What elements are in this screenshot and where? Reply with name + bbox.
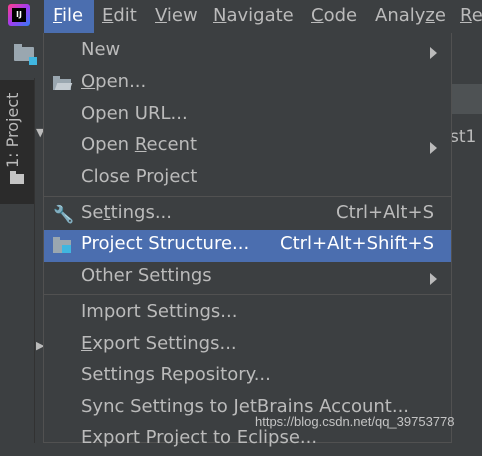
menu-item-close-project[interactable]: Close Project bbox=[44, 163, 451, 195]
menu-item-open-recent-mnemonic: R bbox=[134, 134, 147, 155]
menu-separator bbox=[44, 294, 451, 295]
menu-item-open-recent-label: Open Recent bbox=[81, 134, 197, 155]
menu-item-open-mnemonic: O bbox=[81, 71, 96, 92]
menu-code-mnemonic: C bbox=[311, 5, 324, 26]
menu-item-open-recent[interactable]: Open Recent bbox=[44, 131, 451, 163]
menu-refactor[interactable]: Re bbox=[460, 0, 482, 33]
folder-icon bbox=[10, 171, 24, 184]
menu-navigate[interactable]: Navigate bbox=[213, 0, 294, 33]
menu-item-close-project-label: Close Project bbox=[81, 166, 198, 187]
menu-refactor-mnemonic: R bbox=[460, 5, 472, 26]
menu-item-open-url-label: Open URL... bbox=[81, 103, 188, 124]
menu-item-settings-label: Settings... bbox=[81, 202, 172, 223]
logo-text: IJ bbox=[12, 8, 26, 22]
editor-tab-fragment[interactable]: st1 bbox=[450, 127, 476, 147]
menu-item-export-eclipse-label: Export Project to Eclipse... bbox=[81, 427, 318, 448]
menu-item-open-recent-label-pre: Open bbox=[81, 134, 135, 155]
menu-item-export-settings[interactable]: Export Settings... bbox=[44, 330, 451, 362]
menu-item-export-settings-label: Export Settings... bbox=[81, 333, 237, 354]
submenu-arrow-icon bbox=[430, 142, 437, 154]
project-tool-tab-label: 1: Project bbox=[3, 92, 22, 168]
menu-analyze-label-rest: e bbox=[434, 5, 446, 26]
menu-item-export-settings-label-rest: xport Settings... bbox=[92, 333, 237, 354]
submenu-arrow-icon bbox=[430, 273, 437, 285]
menu-code[interactable]: Code bbox=[311, 0, 357, 33]
menu-analyze-label: Analy bbox=[375, 5, 426, 26]
menu-edit-label-rest: dit bbox=[113, 5, 137, 26]
menu-item-project-structure-shortcut: Ctrl+Alt+Shift+S bbox=[280, 233, 434, 254]
menu-edit-mnemonic: E bbox=[102, 5, 114, 26]
menu-separator bbox=[44, 196, 451, 197]
menu-item-import-settings[interactable]: Import Settings... bbox=[44, 298, 451, 330]
file-menu-dropdown: New Open... Open URL... Open Recent Clos… bbox=[43, 33, 452, 448]
menu-item-project-structure-label: Project Structure... bbox=[81, 233, 250, 254]
menu-item-import-settings-label: Import Settings... bbox=[81, 301, 238, 322]
menu-item-open-recent-label-rest: ecent bbox=[146, 134, 198, 155]
folder-badge-icon bbox=[29, 57, 37, 65]
intellij-logo-icon: IJ bbox=[8, 4, 30, 26]
wrench-icon: 🔧 bbox=[53, 205, 75, 225]
editor-header bbox=[452, 84, 482, 114]
menu-item-project-structure[interactable]: Project Structure... Ctrl+Alt+Shift+S bbox=[44, 230, 451, 262]
menu-code-label-rest: ode bbox=[323, 5, 358, 26]
menu-item-settings-mnemonic: t bbox=[103, 202, 111, 223]
menu-analyze[interactable]: Analyze bbox=[375, 0, 446, 33]
menu-item-new[interactable]: New bbox=[44, 36, 451, 68]
menu-view[interactable]: View bbox=[155, 0, 198, 33]
menu-navigate-mnemonic: N bbox=[213, 5, 227, 26]
menu-edit[interactable]: Edit bbox=[102, 0, 137, 33]
menu-item-export-settings-mnemonic: E bbox=[81, 333, 93, 354]
menu-item-open-label: Open... bbox=[81, 71, 146, 92]
menu-item-other-settings-label: Other Settings bbox=[81, 265, 212, 286]
menu-item-open[interactable]: Open... bbox=[44, 68, 451, 100]
menu-bar: IJ File Edit View Navigate Code Analyze … bbox=[0, 0, 482, 33]
menu-analyze-mnemonic: z bbox=[425, 5, 435, 26]
menu-item-settings-repository[interactable]: Settings Repository... bbox=[44, 361, 451, 393]
project-structure-icon bbox=[53, 237, 71, 253]
menu-view-label-rest: iew bbox=[166, 5, 198, 26]
open-folder-icon bbox=[53, 76, 71, 90]
menu-item-settings[interactable]: 🔧 Settings... Ctrl+Alt+S bbox=[44, 199, 451, 231]
menu-item-settings-shortcut: Ctrl+Alt+S bbox=[336, 202, 434, 223]
menu-view-mnemonic: V bbox=[155, 5, 167, 26]
menu-item-other-settings[interactable]: Other Settings bbox=[44, 262, 451, 294]
menu-refactor-label-rest: e bbox=[471, 5, 482, 26]
menu-item-open-label-rest: pen... bbox=[95, 71, 147, 92]
menu-item-settings-label-pre: Se bbox=[81, 202, 104, 223]
menu-item-open-url[interactable]: Open URL... bbox=[44, 100, 451, 132]
watermark: https://blog.csdn.net/qq_39753778 bbox=[255, 414, 455, 429]
menu-item-settings-repository-label: Settings Repository... bbox=[81, 364, 271, 385]
menu-file-mnemonic: F bbox=[53, 5, 63, 26]
menu-file[interactable]: File bbox=[44, 0, 94, 33]
menu-item-new-label: New bbox=[81, 39, 121, 60]
menu-navigate-label-rest: avigate bbox=[226, 5, 294, 26]
menu-item-settings-label-rest: tings... bbox=[110, 202, 172, 223]
submenu-arrow-icon bbox=[430, 47, 437, 59]
menu-file-label-rest: ile bbox=[62, 5, 84, 26]
